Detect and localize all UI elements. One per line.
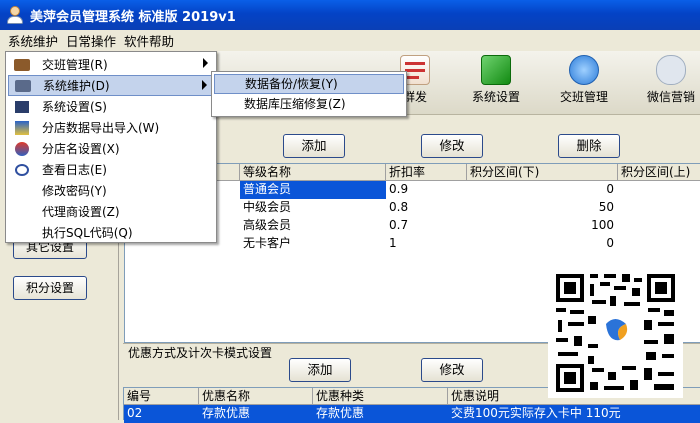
col-number[interactable]: 编号 — [124, 388, 199, 405]
title-bar: 美萍会员管理系统 标准版 2019v1 — [0, 0, 700, 30]
col-points-low[interactable]: 积分区间(下) — [467, 164, 618, 181]
menu-item-change-password[interactable]: 修改密码(Y) — [8, 180, 214, 201]
system-maintenance-dropdown: 交班管理(R) 系统维护(D) 系统设置(S) 分店数据导出导入(W) 分店名设… — [5, 51, 217, 243]
shift-exchange-icon — [569, 55, 599, 85]
toolbar-wechat-button[interactable]: 微信营销 — [642, 55, 700, 105]
table-row[interactable]: 02 存款优惠 存款优惠 交费100元实际存入卡中 110元 — [124, 405, 700, 423]
window-title: 美萍会员管理系统 标准版 2019v1 — [30, 9, 236, 25]
menu-item-branch-name-settings[interactable]: 分店名设置(X) — [8, 138, 214, 159]
level-add-button[interactable]: 添加 — [283, 134, 345, 158]
menu-software-help[interactable]: 软件帮助 — [120, 31, 178, 50]
toolbar-system-settings-button[interactable]: 系统设置 — [466, 55, 526, 105]
points-settings-button[interactable]: 积分设置 — [13, 276, 87, 300]
data-transfer-icon — [12, 120, 32, 136]
maintenance-icon — [13, 78, 33, 94]
level-delete-button[interactable]: 删除 — [558, 134, 620, 158]
menu-bar: 系统维护 日常操作 软件帮助 — [0, 30, 700, 51]
submenu-arrow-icon — [203, 58, 208, 68]
discount-edit-button[interactable]: 修改 — [421, 358, 483, 382]
col-discount-rate[interactable]: 折扣率 — [386, 164, 467, 181]
col-discount-type[interactable]: 优惠种类 — [313, 388, 448, 405]
menu-item-agent-settings[interactable]: 代理商设置(Z) — [8, 201, 214, 222]
menu-item-system-maintenance[interactable]: 系统维护(D) — [8, 75, 214, 96]
submenu-item-compact-repair[interactable]: 数据库压缩修复(Z) — [214, 95, 404, 115]
menu-item-shift-management[interactable]: 交班管理(R) — [8, 54, 214, 75]
app-user-icon — [6, 5, 24, 25]
menu-item-view-log[interactable]: 查看日志(E) — [8, 159, 214, 180]
discount-section-title: 优惠方式及计次卡模式设置 — [126, 344, 275, 361]
col-points-high[interactable]: 积分区间(上) — [618, 164, 700, 181]
menu-item-system-settings[interactable]: 系统设置(S) — [8, 96, 214, 117]
col-discount-name[interactable]: 优惠名称 — [199, 388, 313, 405]
submenu-item-backup-restore[interactable]: 数据备份/恢复(Y) — [214, 74, 404, 94]
toolbar-shift-button[interactable]: 交班管理 — [554, 55, 614, 105]
submenu-arrow-icon — [202, 80, 207, 90]
system-maintenance-submenu: 数据备份/恢复(Y) 数据库压缩修复(Z) — [211, 71, 407, 117]
briefcase-icon — [12, 57, 32, 73]
log-icon — [12, 162, 32, 178]
cube-settings-icon — [481, 55, 511, 85]
level-edit-button[interactable]: 修改 — [421, 134, 483, 158]
qr-code — [548, 268, 683, 398]
menu-system-maintenance[interactable]: 系统维护 — [4, 31, 62, 50]
col-level-name[interactable]: 等级名称 — [240, 164, 386, 181]
menu-daily-operations[interactable]: 日常操作 — [62, 31, 120, 50]
menu-item-branch-data-transfer[interactable]: 分店数据导出导入(W) — [8, 117, 214, 138]
menu-item-execute-sql[interactable]: 执行SQL代码(Q) — [8, 222, 214, 243]
settings-icon — [12, 99, 32, 115]
branch-icon — [12, 141, 32, 157]
wechat-icon — [656, 55, 686, 85]
discount-add-button[interactable]: 添加 — [289, 358, 351, 382]
